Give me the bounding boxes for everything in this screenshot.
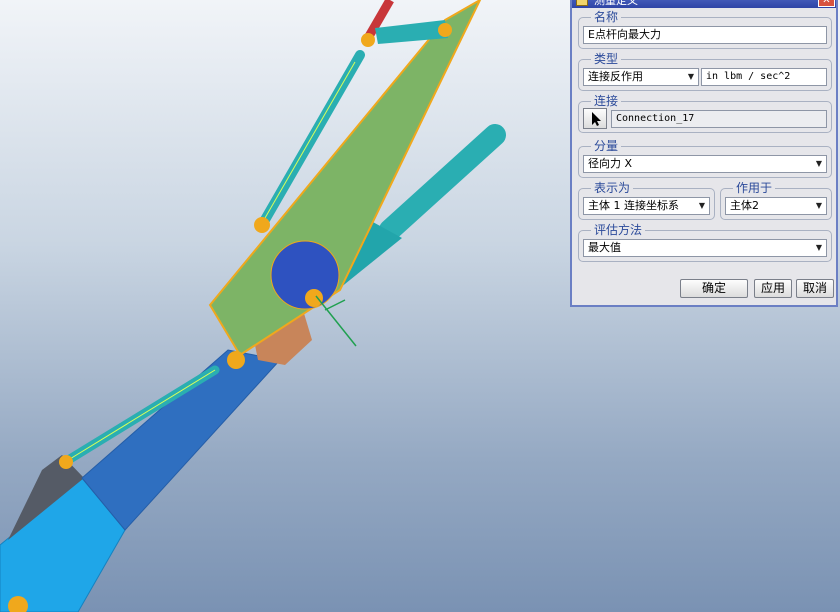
evaluation-label: 评估方法 (591, 223, 646, 237)
name-group: 名称 E点杆向最大力 (578, 10, 832, 49)
type-selected: 连接反作用 (588, 70, 643, 83)
chevron-down-icon: ▼ (698, 201, 705, 210)
applies-to-group: 作用于 主体2 ▼ (720, 181, 832, 220)
express-in-select[interactable]: 主体 1 连接坐标系 ▼ (583, 197, 710, 215)
apply-button[interactable]: 应用 (754, 279, 792, 298)
triad-axis (315, 295, 357, 347)
component-select[interactable]: 径向力 X ▼ (583, 155, 827, 173)
measure-definition-dialog: 测量定义 ✕ 名称 E点杆向最大力 类型 连接反作用 ▼ in lbm / se… (570, 0, 838, 307)
chevron-down-icon: ▼ (815, 243, 822, 252)
arrow-cursor-icon (592, 112, 601, 126)
pick-connection-button[interactable] (583, 108, 607, 129)
applies-to-selected: 主体2 (730, 199, 759, 212)
name-input[interactable]: E点杆向最大力 (583, 26, 827, 44)
applies-to-select[interactable]: 主体2 ▼ (725, 197, 827, 215)
dialog-title: 测量定义 (594, 0, 638, 7)
joint-mid (254, 217, 270, 233)
connection-group: 连接 Connection_17 (578, 94, 832, 133)
joint-cylinder-end (59, 455, 73, 469)
middle-boom (81, 349, 281, 531)
dialog-title-bar: 测量定义 ✕ (572, 0, 836, 8)
applies-to-label: 作用于 (733, 181, 776, 195)
connection-label: 连接 (591, 94, 622, 108)
evaluation-select[interactable]: 最大值 ▼ (583, 239, 827, 257)
measure-dialog-icon (576, 0, 588, 6)
name-label: 名称 (591, 10, 622, 24)
evaluation-selected: 最大值 (588, 241, 621, 254)
joint-lower (227, 351, 245, 369)
joint-top-right (438, 23, 452, 37)
type-group: 类型 连接反作用 ▼ in lbm / sec^2 (578, 52, 832, 91)
close-icon[interactable]: ✕ (818, 0, 835, 7)
connection-field[interactable]: Connection_17 (611, 110, 827, 128)
express-in-label: 表示为 (591, 181, 634, 195)
component-label: 分量 (591, 139, 622, 153)
component-group: 分量 径向力 X ▼ (578, 139, 832, 178)
component-selected: 径向力 X (588, 157, 633, 170)
type-label: 类型 (591, 52, 622, 66)
chevron-down-icon: ▼ (687, 72, 694, 81)
ok-button[interactable]: 确定 (680, 279, 748, 298)
chevron-down-icon: ▼ (815, 159, 822, 168)
joint-e (305, 289, 323, 307)
type-select[interactable]: 连接反作用 ▼ (583, 68, 699, 86)
joint-top-left (361, 33, 375, 47)
evaluation-group: 评估方法 最大值 ▼ (578, 223, 832, 262)
express-in-group: 表示为 主体 1 连接坐标系 ▼ (578, 181, 715, 220)
triad-axis-2 (324, 299, 346, 311)
units-field[interactable]: in lbm / sec^2 (701, 68, 827, 86)
express-in-selected: 主体 1 连接坐标系 (588, 199, 679, 212)
cancel-button[interactable]: 取消 (796, 279, 834, 298)
chevron-down-icon: ▼ (815, 201, 822, 210)
